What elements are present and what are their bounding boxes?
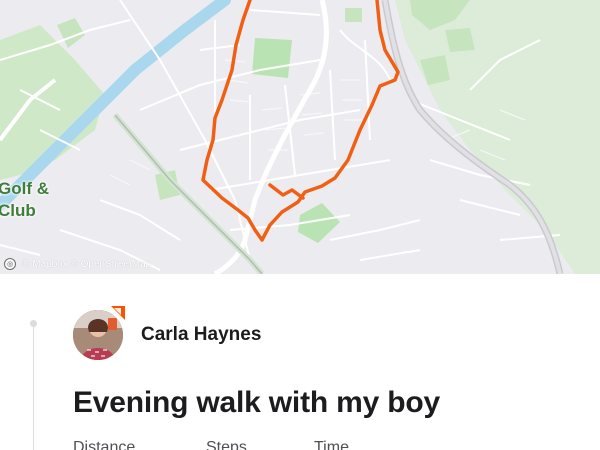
attribution-text[interactable]: © Mapbox © OpenStreetMap — [22, 259, 151, 270]
athlete-avatar[interactable] — [73, 306, 125, 362]
map-place-label: Golf & Club — [0, 179, 49, 220]
athlete-name[interactable]: Carla Haynes — [141, 324, 261, 346]
mapbox-logo-icon[interactable]: ◎ — [4, 258, 16, 270]
stat-distance-label: Distance — [73, 439, 136, 450]
route-map[interactable]: Golf & Club ◎ © Mapbox © OpenStreetMap — [0, 0, 600, 274]
route-path-end — [268, 183, 305, 200]
park-area — [345, 8, 362, 22]
map-canvas — [0, 0, 600, 274]
activity-page: Golf & Club ◎ © Mapbox © OpenStreetMap C… — [0, 0, 600, 450]
map-attribution[interactable]: ◎ © Mapbox © OpenStreetMap — [4, 258, 151, 270]
stat-steps-label: Steps — [206, 439, 247, 450]
activity-card: Carla Haynes Evening walk with my boy Di… — [0, 274, 600, 450]
park-area — [420, 55, 450, 85]
activity-title[interactable]: Evening walk with my boy — [73, 386, 440, 420]
strava-badge-icon — [111, 306, 125, 320]
timeline-line — [33, 324, 34, 450]
park-area — [445, 28, 475, 52]
stat-time-label: Time — [314, 439, 349, 450]
forest-area — [395, 0, 600, 274]
park-area — [252, 38, 292, 78]
